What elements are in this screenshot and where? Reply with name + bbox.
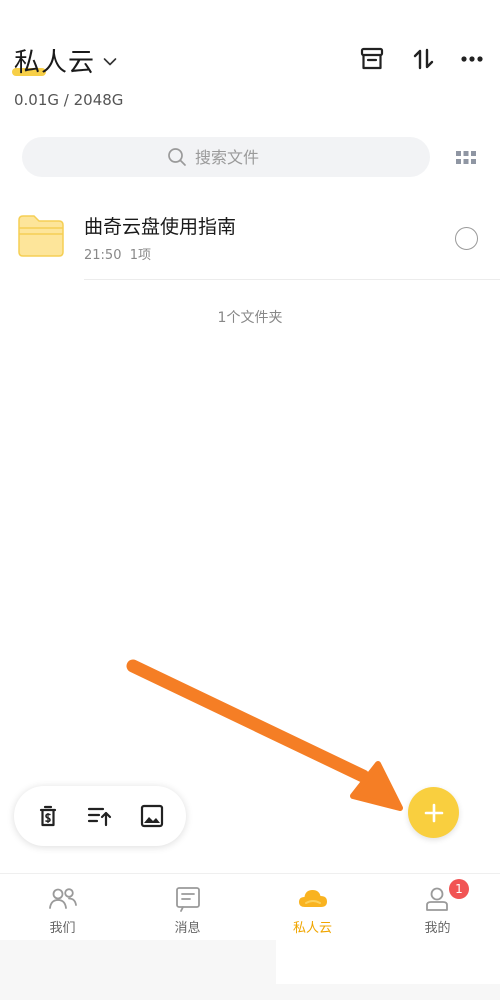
bottom-nav: 我们 消息 私人云 1 我的 xyxy=(0,873,500,940)
add-button[interactable] xyxy=(408,787,459,838)
more-icon[interactable] xyxy=(457,44,487,74)
nav-label: 我的 xyxy=(424,921,451,936)
page-title: 私人云 xyxy=(14,48,96,78)
select-checkbox[interactable] xyxy=(455,227,478,250)
message-icon xyxy=(176,887,200,912)
storage-usage: 0.01G / 2048G xyxy=(14,91,124,109)
file-meta: 21:50 1项 xyxy=(84,244,151,263)
folder-count: 1个文件夹 xyxy=(217,310,283,326)
list-item[interactable]: 曲奇云盘使用指南 21:50 1项 xyxy=(0,198,500,280)
nav-item-messages[interactable]: 消息 xyxy=(125,874,250,941)
chevron-down-icon xyxy=(103,57,117,65)
file-count: 1项 xyxy=(129,248,152,263)
recycle-bin-icon[interactable] xyxy=(34,802,62,830)
file-name: 曲奇云盘使用指南 xyxy=(84,216,237,238)
nav-item-mine[interactable]: 1 我的 xyxy=(375,874,500,941)
nav-item-private-cloud[interactable]: 私人云 xyxy=(250,874,375,941)
folder-icon xyxy=(18,215,64,257)
grid-view-icon[interactable] xyxy=(454,148,478,168)
image-icon[interactable] xyxy=(138,802,166,830)
space-switcher[interactable]: 私人云 xyxy=(12,42,117,79)
nav-label: 我们 xyxy=(49,921,76,936)
divider xyxy=(84,279,500,280)
system-bar-area-right xyxy=(276,940,500,984)
floating-toolbar xyxy=(14,786,186,846)
cloud-icon xyxy=(299,890,327,907)
nav-label: 消息 xyxy=(174,921,201,936)
people-icon xyxy=(49,888,77,909)
search-icon xyxy=(168,148,186,166)
file-time: 21:50 xyxy=(84,248,122,263)
search-input[interactable] xyxy=(195,147,285,167)
upload-sort-icon[interactable] xyxy=(86,802,114,830)
sort-icon[interactable] xyxy=(409,44,439,74)
store-icon[interactable] xyxy=(357,44,387,74)
nav-item-we[interactable]: 我们 xyxy=(0,874,125,941)
nav-label-active: 私人云 xyxy=(292,921,332,936)
notification-badge: 1 xyxy=(449,879,469,899)
plus-icon xyxy=(424,803,443,822)
search-bar[interactable] xyxy=(22,137,430,177)
header: 私人云 0.01G / 2048G xyxy=(0,0,500,130)
